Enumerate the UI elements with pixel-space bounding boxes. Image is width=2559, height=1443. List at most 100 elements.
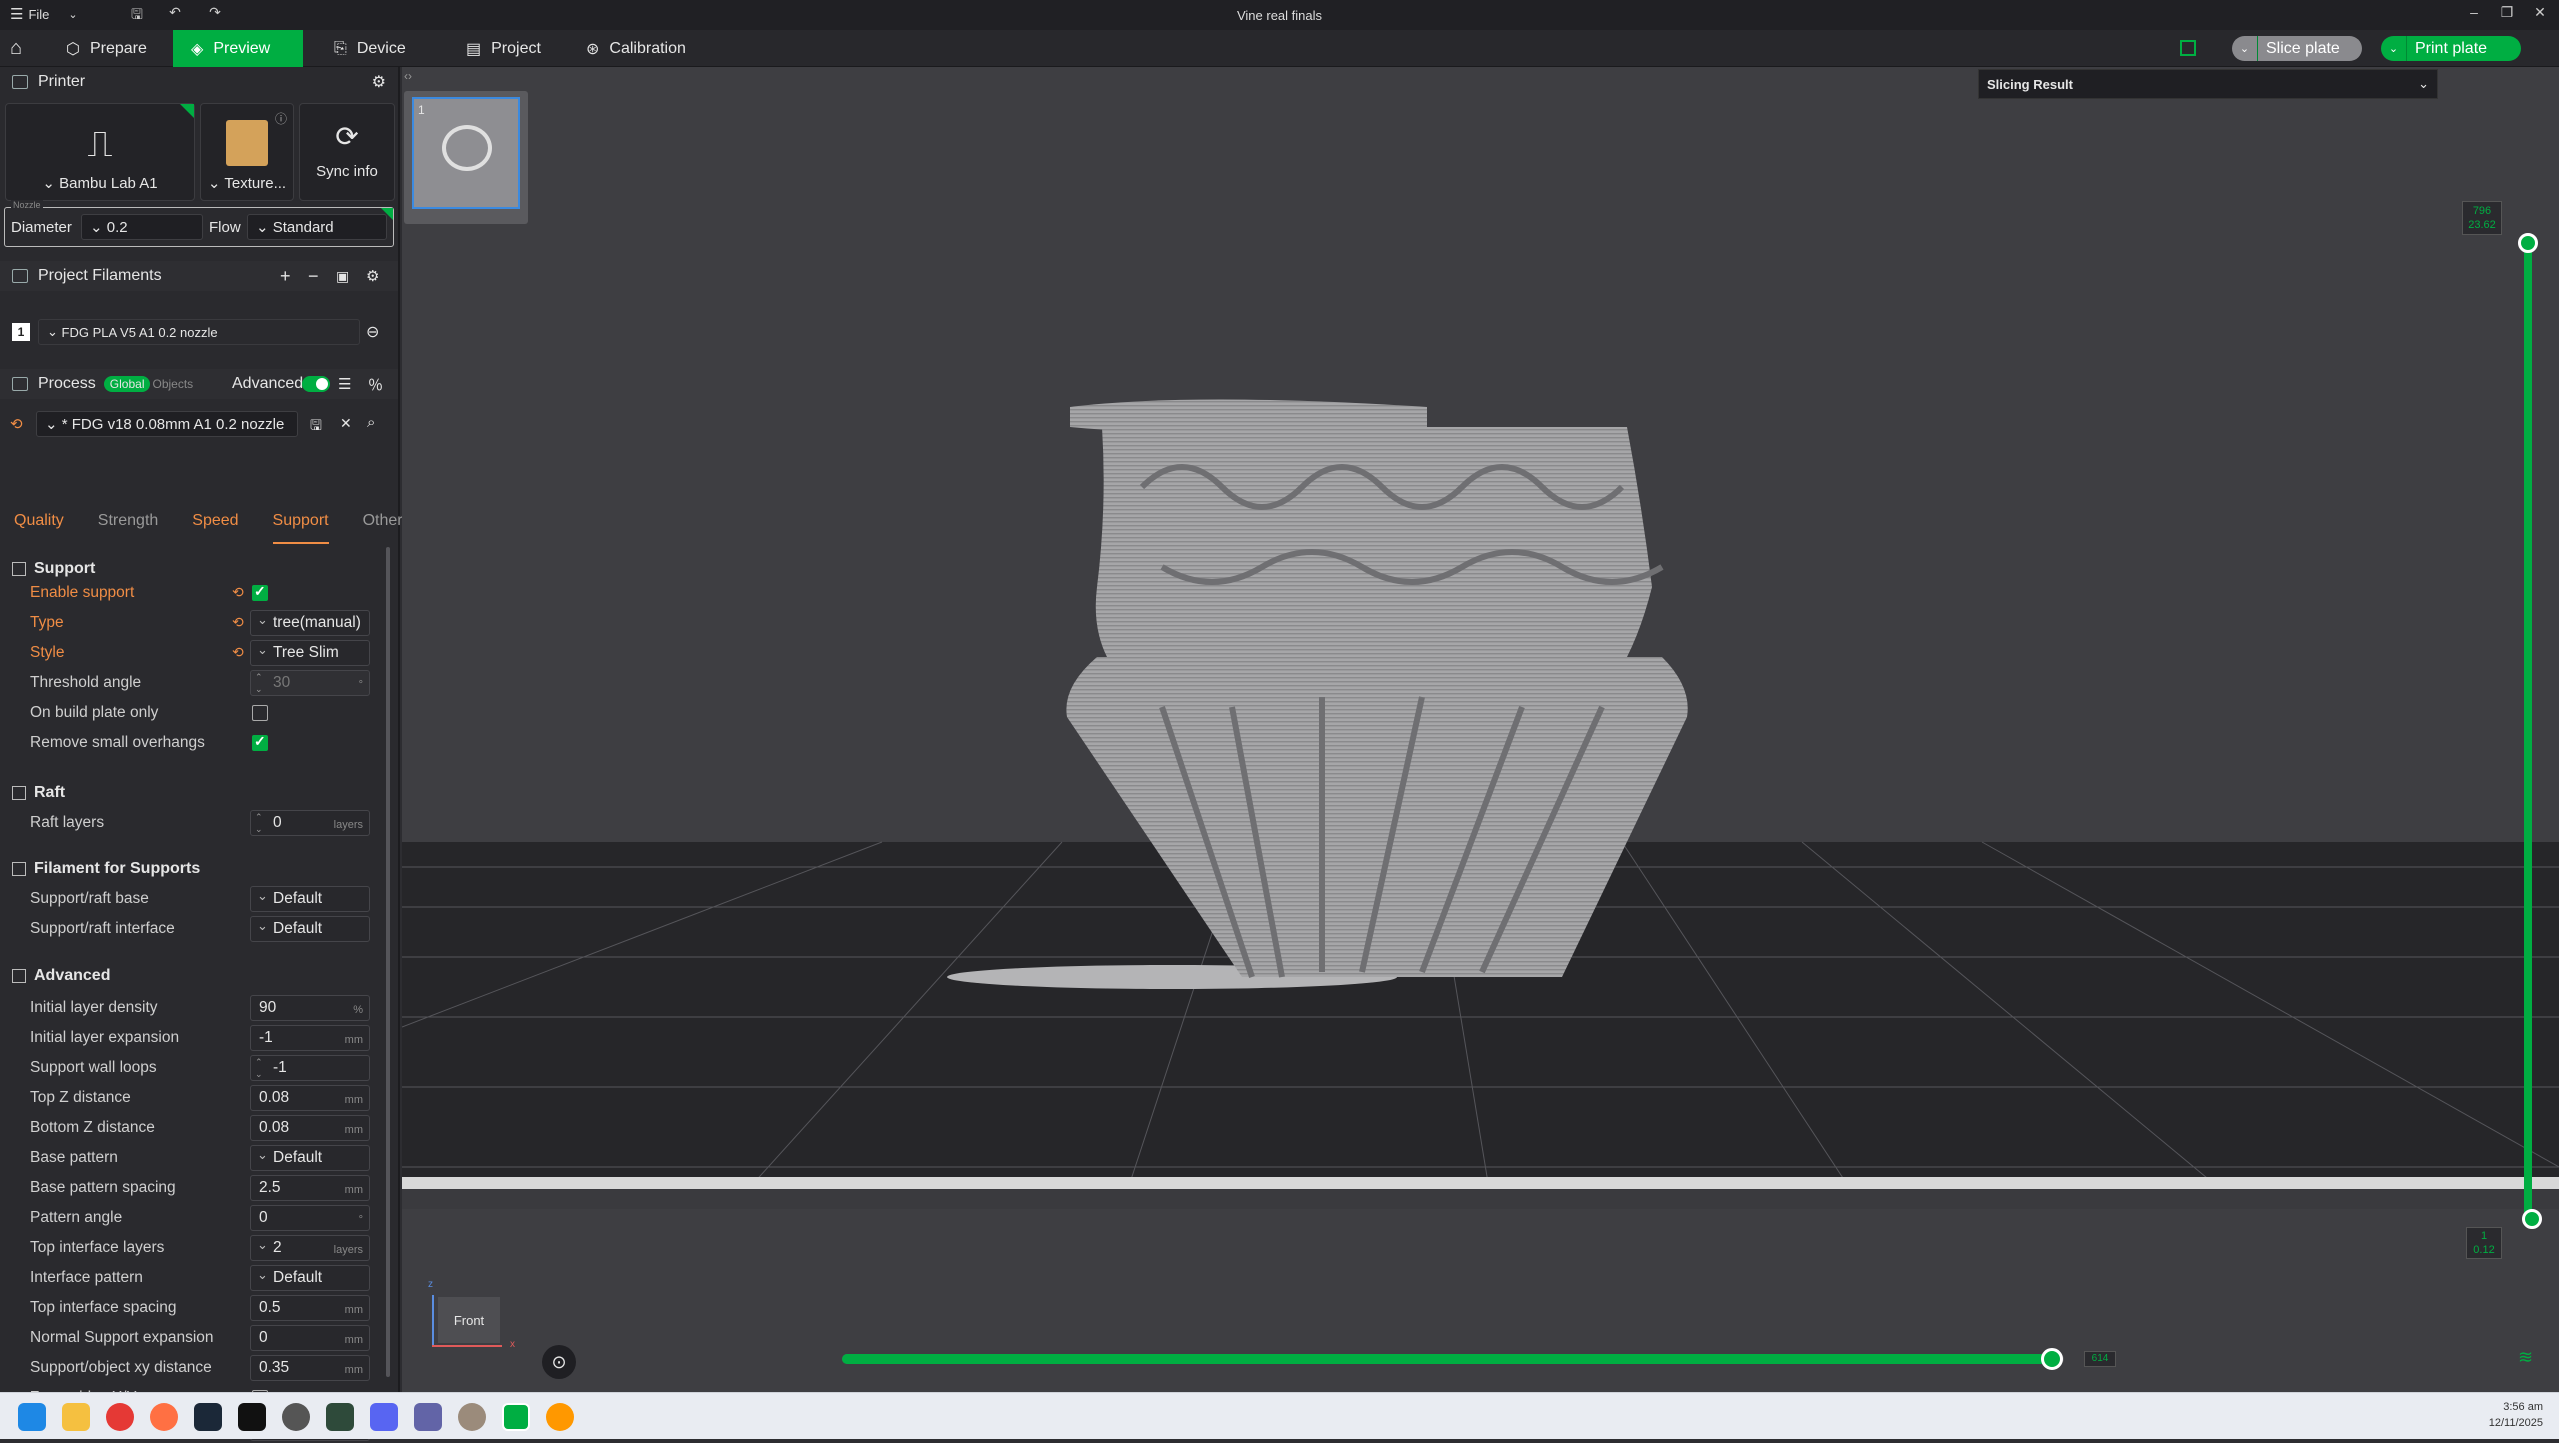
- app-icon[interactable]: [282, 1403, 310, 1431]
- value-input[interactable]: 0 mm: [250, 1325, 370, 1351]
- global-toggle[interactable]: Global: [103, 376, 151, 392]
- tab-prepare[interactable]: ⬡ Prepare: [48, 30, 165, 67]
- gear-icon[interactable]: ⚙: [372, 72, 386, 92]
- value-input[interactable]: Default: [250, 1265, 370, 1291]
- reset-icon[interactable]: ⟲: [232, 644, 244, 661]
- value-input[interactable]: 0.35 mm: [250, 1355, 370, 1381]
- value-input[interactable]: -1 mm: [250, 1025, 370, 1051]
- tab-preview[interactable]: ◈ Preview: [173, 30, 303, 67]
- tab-strength[interactable]: Strength: [98, 512, 158, 544]
- remove-small-overhangs-checkbox[interactable]: [252, 733, 268, 751]
- chevron-down-icon[interactable]: ⌄: [2418, 76, 2429, 92]
- value-input[interactable]: 0.5 mm: [250, 1295, 370, 1321]
- flow-select[interactable]: ⌄ Standard: [247, 214, 387, 240]
- layer-slider[interactable]: [2524, 235, 2532, 1220]
- print-plate-button[interactable]: ⌄ Print plate: [2381, 36, 2521, 61]
- diameter-select[interactable]: ⌄ 0.2: [81, 214, 203, 240]
- build-plate-only-checkbox[interactable]: [252, 705, 268, 721]
- reset-icon[interactable]: ⟲: [10, 415, 23, 433]
- add-icon[interactable]: +: [280, 266, 291, 287]
- info-icon[interactable]: ⓘ: [275, 110, 287, 127]
- close-icon[interactable]: ✕: [2530, 4, 2550, 24]
- advanced-group-header: Advanced: [0, 963, 388, 989]
- home-button[interactable]: ⌂: [0, 30, 32, 67]
- app-icon[interactable]: [326, 1403, 354, 1431]
- firefox-icon[interactable]: [150, 1403, 178, 1431]
- move-slider-track[interactable]: [842, 1354, 2064, 1364]
- minimize-icon[interactable]: –: [2464, 4, 2484, 24]
- app-icon[interactable]: [238, 1403, 266, 1431]
- filament-edit-icon[interactable]: ⊖: [366, 322, 379, 342]
- close-icon[interactable]: ✕: [340, 415, 352, 432]
- tab-calibration[interactable]: ⊛ Calibration: [568, 30, 704, 67]
- collapse-sidebar-icon[interactable]: ‹›: [404, 69, 412, 83]
- support-style-select[interactable]: Tree Slim: [250, 640, 370, 666]
- move-slider-handle[interactable]: [2040, 1348, 2063, 1370]
- tab-quality[interactable]: Quality: [14, 512, 64, 544]
- bambu-studio-icon[interactable]: [502, 1403, 530, 1431]
- file-explorer-icon[interactable]: [62, 1403, 90, 1431]
- fit-view-icon[interactable]: ⊙: [542, 1345, 576, 1379]
- process-preset-select[interactable]: ⌄ * FDG v18 0.08mm A1 0.2 nozzle: [36, 411, 298, 437]
- chevron-down-icon[interactable]: ⌄: [2232, 36, 2258, 61]
- value-input[interactable]: 0.08 mm: [250, 1115, 370, 1141]
- sync-info-button[interactable]: ⟳ Sync info: [299, 103, 395, 201]
- list-icon[interactable]: ☰: [338, 375, 351, 393]
- chevron-down-icon[interactable]: ⌄: [2381, 36, 2407, 61]
- tab-project[interactable]: ▤ Project: [448, 30, 559, 67]
- process-section-header: Process Global Objects Advanced ☰ ％: [0, 369, 398, 399]
- enable-support-checkbox[interactable]: [252, 583, 268, 601]
- value-input[interactable]: 0 °: [250, 1205, 370, 1231]
- windows-start-icon[interactable]: [18, 1403, 46, 1431]
- teams-icon[interactable]: [414, 1403, 442, 1431]
- advanced-icon: [12, 969, 26, 983]
- document-icon: ▤: [466, 40, 482, 58]
- model-scene[interactable]: [402, 67, 2559, 1392]
- restore-icon[interactable]: ❐: [2497, 4, 2517, 24]
- discord-icon[interactable]: [370, 1403, 398, 1431]
- sync-filament-icon[interactable]: ▣: [336, 268, 349, 285]
- value-input[interactable]: 90%: [250, 995, 370, 1021]
- blender-icon[interactable]: [546, 1403, 574, 1431]
- value-input[interactable]: -1: [250, 1055, 370, 1081]
- layers-toggle-icon[interactable]: ≋: [2518, 1347, 2533, 1368]
- support-base-select[interactable]: Default: [250, 886, 370, 912]
- raft-layers-input[interactable]: 0layers: [250, 810, 370, 836]
- tab-device[interactable]: ⎘ Device: [316, 30, 424, 67]
- plate-selector[interactable]: ⌄ Texture... ⓘ: [200, 103, 294, 201]
- filament-select[interactable]: ⌄ FDG PLA V5 A1 0.2 nozzle: [38, 319, 360, 345]
- reset-icon[interactable]: ⟲: [232, 584, 244, 601]
- chrome-icon[interactable]: [106, 1403, 134, 1431]
- support-type-select[interactable]: tree(manual): [250, 610, 370, 636]
- search-icon[interactable]: ⌕: [367, 414, 375, 431]
- objects-toggle[interactable]: Objects: [152, 377, 193, 391]
- gear-icon[interactable]: ⚙: [366, 267, 379, 285]
- slice-plate-button[interactable]: ⌄ Slice plate: [2232, 36, 2362, 61]
- clock[interactable]: 3:56 am 12/11/2025: [2489, 1399, 2543, 1431]
- threshold-angle-input[interactable]: 30°: [250, 670, 370, 696]
- setting-pattern-angle: Pattern angle 0 °: [0, 1203, 388, 1233]
- value-input[interactable]: 2layers: [250, 1235, 370, 1261]
- slicing-result-panel[interactable]: Slicing Result ⌄: [1978, 69, 2438, 99]
- remove-icon[interactable]: −: [308, 266, 319, 287]
- app-icon[interactable]: [458, 1403, 486, 1431]
- tab-speed[interactable]: Speed: [192, 512, 238, 544]
- plate-layout-icon[interactable]: [2180, 40, 2196, 56]
- support-interface-select[interactable]: Default: [250, 916, 370, 942]
- filament-icon: [12, 862, 26, 876]
- layer-bottom-handle[interactable]: [2522, 1209, 2542, 1229]
- steam-icon[interactable]: [194, 1403, 222, 1431]
- compare-icon[interactable]: ％: [368, 374, 383, 395]
- value-input[interactable]: Default: [250, 1145, 370, 1171]
- layer-top-handle[interactable]: [2518, 233, 2538, 253]
- plate-thumbnail[interactable]: 1: [412, 97, 520, 209]
- value-input[interactable]: 2.5 mm: [250, 1175, 370, 1201]
- 3d-viewport[interactable]: 1 ‹› Slicing Result ⌄ 796 23.62 1 0.12 614…: [402, 67, 2559, 1392]
- reset-icon[interactable]: ⟲: [232, 614, 244, 631]
- tab-support[interactable]: Support: [272, 512, 329, 544]
- save-preset-icon[interactable]: 🖫: [310, 415, 322, 439]
- value-input[interactable]: 0.08 mm: [250, 1085, 370, 1111]
- printer-selector[interactable]: ⎍ ⌄ Bambu Lab A1: [5, 103, 195, 201]
- view-cube[interactable]: z x Front: [428, 1279, 515, 1359]
- advanced-switch[interactable]: [302, 376, 330, 392]
